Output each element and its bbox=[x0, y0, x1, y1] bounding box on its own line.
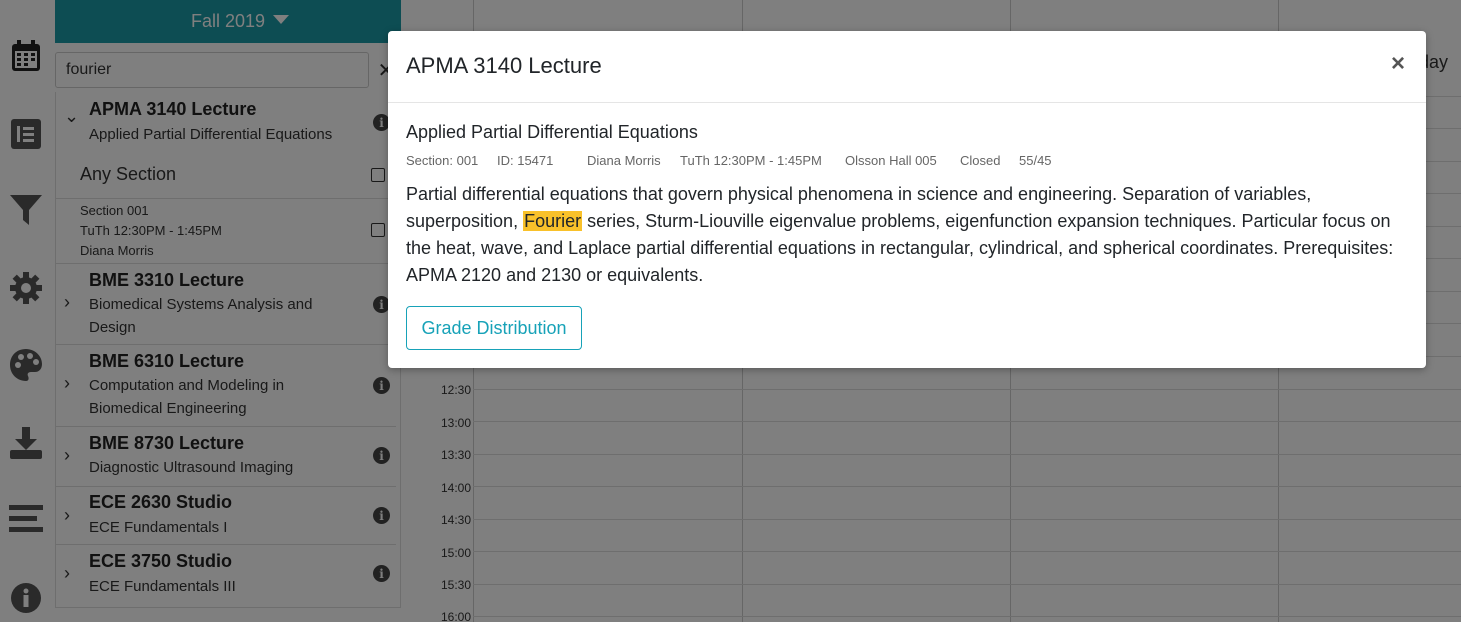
course-name: Applied Partial Differential Equations bbox=[406, 122, 698, 142]
meta-time: TuTh 12:30PM - 1:45PM bbox=[680, 153, 822, 168]
close-icon[interactable]: × bbox=[1391, 50, 1405, 78]
meta-instructor: Diana Morris bbox=[587, 153, 661, 168]
search-highlight: Fourier bbox=[523, 211, 583, 231]
course-description: Partial differential equations that gove… bbox=[406, 184, 1394, 285]
grade-distribution-button[interactable]: Grade Distribution bbox=[406, 306, 582, 350]
meta-location: Olsson Hall 005 bbox=[845, 153, 937, 168]
meta-enrollment: 55/45 bbox=[1019, 153, 1052, 168]
meta-id: ID: 15471 bbox=[497, 153, 554, 168]
meta-status: Closed bbox=[960, 153, 1001, 168]
modal-title: APMA 3140 Lecture bbox=[406, 53, 602, 78]
modal-header: APMA 3140 Lecture × bbox=[388, 31, 1426, 103]
meta-section: Section: 001 bbox=[406, 153, 479, 168]
course-detail-modal: APMA 3140 Lecture × Applied Partial Diff… bbox=[388, 31, 1426, 368]
